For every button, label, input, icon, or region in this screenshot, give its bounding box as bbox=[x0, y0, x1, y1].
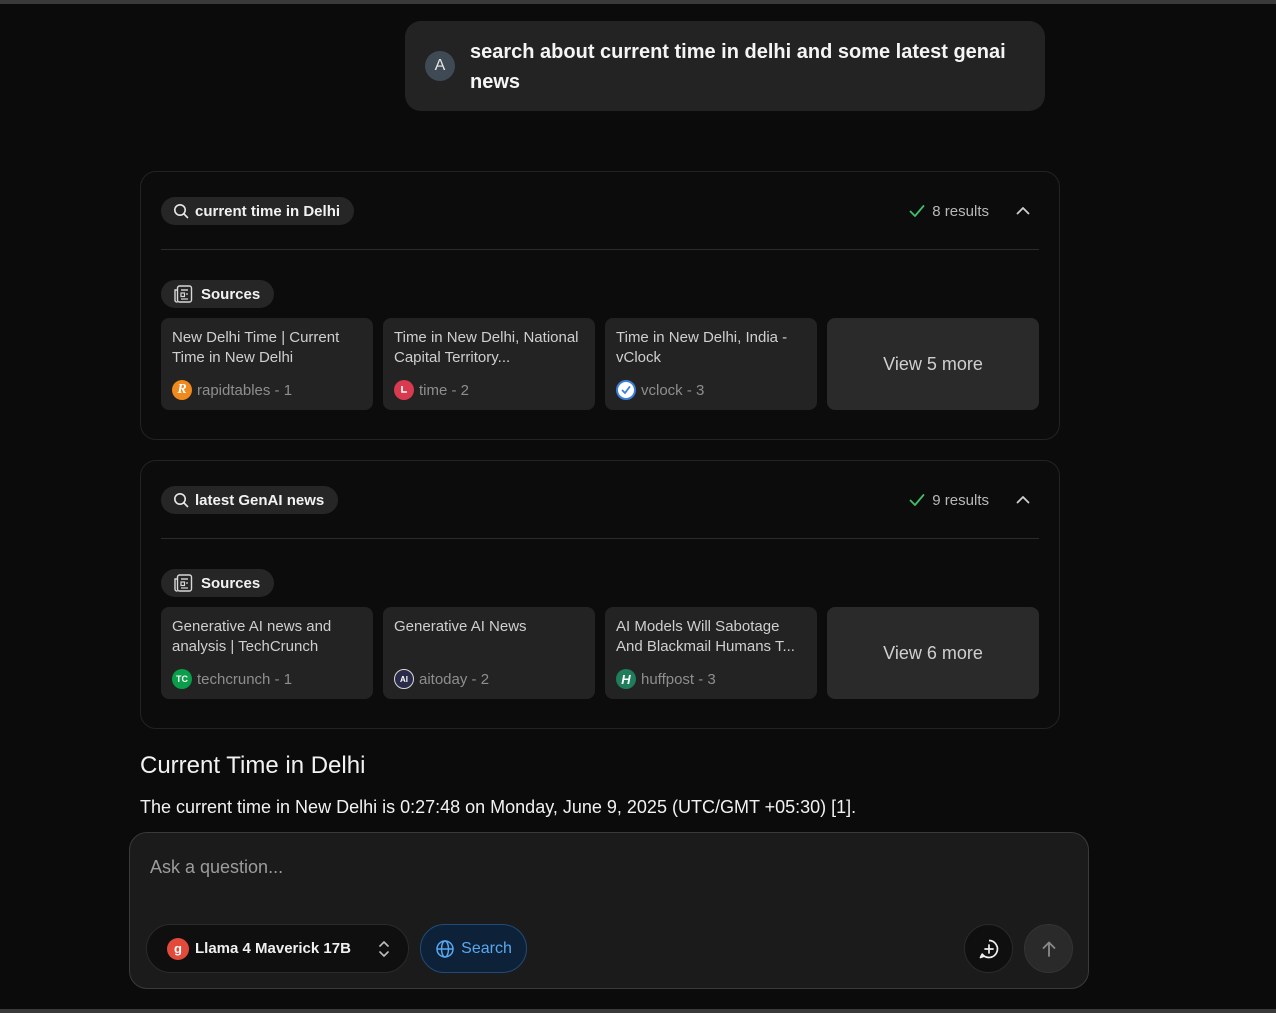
answer-heading: Current Time in Delhi bbox=[140, 752, 366, 779]
results-count: 8 results bbox=[909, 200, 989, 222]
source-title: New Delhi Time | Current Time in New Del… bbox=[172, 329, 340, 366]
send-button[interactable] bbox=[1024, 924, 1073, 973]
question-input[interactable] bbox=[150, 853, 1050, 881]
source-site: aitoday - 2 bbox=[419, 670, 490, 688]
techcrunch-favicon-icon: TC bbox=[172, 669, 192, 689]
window-bottom-border bbox=[0, 1009, 1276, 1013]
globe-icon bbox=[436, 939, 454, 958]
search-query-text: latest GenAI news bbox=[195, 491, 325, 509]
source-site: techcrunch - 1 bbox=[197, 670, 293, 688]
search-query-chip: current time in Delhi bbox=[161, 197, 355, 225]
huffpost-favicon-icon: H bbox=[616, 669, 636, 689]
results-count-label: 8 results bbox=[932, 202, 989, 220]
source-meta: time - 2 bbox=[394, 380, 469, 400]
sources-label-chip: Sources bbox=[161, 280, 275, 308]
chevron-up-icon bbox=[1016, 495, 1030, 503]
search-result-card: latest GenAI news 9 results Sources Gene… bbox=[140, 460, 1060, 729]
source-site: rapidtables - 1 bbox=[197, 381, 293, 399]
question-composer: g Llama 4 Maverick 17B Search bbox=[129, 832, 1089, 989]
source-meta: R rapidtables - 1 bbox=[172, 380, 292, 400]
source-meta: TC techcrunch - 1 bbox=[172, 669, 292, 689]
user-avatar: A bbox=[425, 51, 455, 81]
source-meta: H huffpost - 3 bbox=[616, 669, 716, 689]
search-result-card: current time in Delhi 8 results Sources … bbox=[140, 171, 1060, 440]
search-query-text: current time in Delhi bbox=[195, 202, 341, 220]
source-card[interactable]: Time in New Delhi, India - vClock vclock… bbox=[605, 318, 817, 410]
aitoday-favicon-icon: AI bbox=[394, 669, 414, 689]
collapse-button[interactable] bbox=[1011, 487, 1035, 511]
sources-row: Generative AI news and analysis | TechCr… bbox=[161, 607, 1039, 699]
check-icon bbox=[909, 205, 925, 217]
source-site: time - 2 bbox=[419, 381, 470, 399]
vclock-favicon-icon bbox=[616, 380, 636, 400]
source-card[interactable]: AI Models Will Sabotage And Blackmail Hu… bbox=[605, 607, 817, 699]
sources-row: New Delhi Time | Current Time in New Del… bbox=[161, 318, 1039, 410]
user-message-text: search about current time in delhi and s… bbox=[470, 41, 1006, 93]
search-icon bbox=[174, 493, 189, 508]
model-selector[interactable]: g Llama 4 Maverick 17B bbox=[146, 924, 409, 973]
source-meta: vclock - 3 bbox=[616, 380, 704, 400]
newspaper-icon bbox=[174, 285, 193, 303]
search-toggle-label: Search bbox=[461, 939, 512, 957]
source-card[interactable]: Generative AI news and analysis | TechCr… bbox=[161, 607, 373, 699]
model-logo-icon: g bbox=[167, 937, 189, 960]
view-more-button[interactable]: View 5 more bbox=[827, 318, 1039, 410]
clock-favicon-icon bbox=[394, 380, 414, 400]
chevron-up-icon bbox=[1016, 206, 1030, 214]
window-top-border bbox=[0, 0, 1276, 4]
sources-label: Sources bbox=[201, 574, 261, 592]
model-name: Llama 4 Maverick 17B bbox=[195, 940, 351, 957]
check-icon bbox=[909, 494, 925, 506]
source-site: huffpost - 3 bbox=[641, 670, 716, 688]
arrow-up-icon bbox=[1042, 941, 1055, 957]
search-toggle-button[interactable]: Search bbox=[420, 924, 527, 973]
source-title: Time in New Delhi, India - vClock bbox=[616, 329, 788, 366]
results-count: 9 results bbox=[909, 489, 989, 511]
source-site: vclock - 3 bbox=[641, 381, 705, 399]
chevron-up-down-icon bbox=[379, 940, 389, 957]
source-title: Generative AI news and analysis | TechCr… bbox=[172, 618, 332, 655]
view-more-button[interactable]: View 6 more bbox=[827, 607, 1039, 699]
source-title: AI Models Will Sabotage And Blackmail Hu… bbox=[616, 618, 795, 655]
new-chat-button[interactable] bbox=[964, 924, 1013, 973]
chat-plus-icon bbox=[979, 939, 998, 958]
sources-label-chip: Sources bbox=[161, 569, 275, 597]
source-card[interactable]: Generative AI News AI aitoday - 2 bbox=[383, 607, 595, 699]
search-card-header: current time in Delhi 8 results bbox=[161, 172, 1039, 250]
search-card-header: latest GenAI news 9 results bbox=[161, 461, 1039, 539]
search-query-chip: latest GenAI news bbox=[161, 486, 339, 514]
user-message-bubble: A search about current time in delhi and… bbox=[405, 21, 1045, 111]
source-meta: AI aitoday - 2 bbox=[394, 669, 489, 689]
source-title: Generative AI News bbox=[394, 618, 527, 635]
source-card[interactable]: New Delhi Time | Current Time in New Del… bbox=[161, 318, 373, 410]
source-title: Time in New Delhi, National Capital Terr… bbox=[394, 329, 579, 366]
sources-label: Sources bbox=[201, 285, 261, 303]
search-icon bbox=[174, 204, 189, 219]
source-card[interactable]: Time in New Delhi, National Capital Terr… bbox=[383, 318, 595, 410]
collapse-button[interactable] bbox=[1011, 198, 1035, 222]
rapidtables-favicon-icon: R bbox=[172, 380, 192, 400]
results-count-label: 9 results bbox=[932, 491, 989, 509]
newspaper-icon bbox=[174, 574, 193, 592]
answer-paragraph: The current time in New Delhi is 0:27:48… bbox=[140, 797, 857, 817]
